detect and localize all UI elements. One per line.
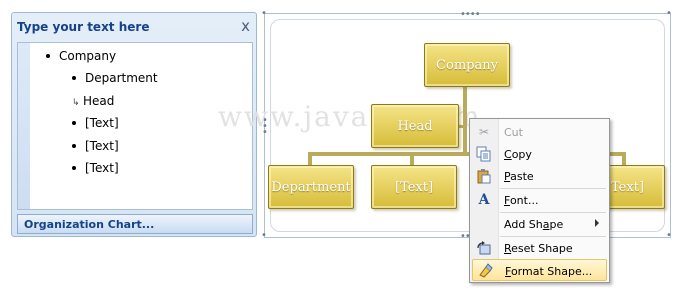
menu-item-reset-shape[interactable]: Reset Shape <box>472 237 607 259</box>
menu-item-format-shape[interactable]: Format Shape... <box>472 259 607 281</box>
bullet-icon <box>46 53 50 58</box>
paste-icon <box>476 168 492 184</box>
assistant-marker-icon: ↳ <box>72 98 80 108</box>
menu-item-paste[interactable]: Paste <box>472 165 607 187</box>
reset-shape-icon <box>476 240 492 256</box>
list-item[interactable]: ↳ Head <box>72 94 114 108</box>
connector-line <box>463 86 467 154</box>
copy-icon <box>476 146 492 162</box>
resize-handle-bottom-right[interactable]: • <box>666 231 672 241</box>
resize-handle-bottom-left[interactable]: • <box>261 231 267 241</box>
bullet-icon <box>72 143 76 148</box>
submenu-arrow-icon <box>595 219 599 227</box>
scissors-icon: ✂ <box>478 125 490 139</box>
font-icon: A <box>478 192 490 208</box>
resize-handle-top-left[interactable]: • <box>261 9 267 19</box>
menu-item-copy[interactable]: Copy <box>472 143 607 165</box>
list-item[interactable]: [Text] <box>72 116 119 130</box>
shape-company[interactable]: Company <box>424 43 510 87</box>
list-item[interactable]: Company <box>46 49 116 63</box>
list-item[interactable]: Department <box>72 71 158 85</box>
context-menu: ✂ Cut Copy Paste A Font... Add Shape Res… <box>469 118 610 283</box>
menu-item-add-shape[interactable]: Add Shape <box>472 213 607 235</box>
bullet-icon <box>72 120 76 125</box>
connector-line <box>410 152 414 166</box>
resize-handle-top-right[interactable]: • <box>666 9 672 19</box>
bullet-icon <box>72 165 76 170</box>
list-item[interactable]: [Text] <box>72 161 119 175</box>
menu-item-font[interactable]: A Font... <box>472 189 607 211</box>
shape-department[interactable]: Department <box>268 165 354 209</box>
organization-chart-link[interactable]: Organization Chart... <box>17 214 253 234</box>
shape-head[interactable]: Head <box>371 104 459 148</box>
format-shape-icon <box>477 263 493 279</box>
connector-line <box>622 152 626 166</box>
text-pane-title: Type your text here <box>17 20 150 34</box>
list-item[interactable]: [Text] <box>72 139 119 153</box>
shape-text-middle[interactable]: [Text] <box>371 165 457 209</box>
bullet-icon <box>72 75 76 80</box>
menu-item-cut[interactable]: ✂ Cut <box>472 121 607 143</box>
close-icon[interactable]: x <box>241 17 250 35</box>
resize-handle-top[interactable]: •••• <box>460 10 481 20</box>
text-pane-gutter <box>18 43 30 209</box>
connector-line <box>308 152 312 166</box>
